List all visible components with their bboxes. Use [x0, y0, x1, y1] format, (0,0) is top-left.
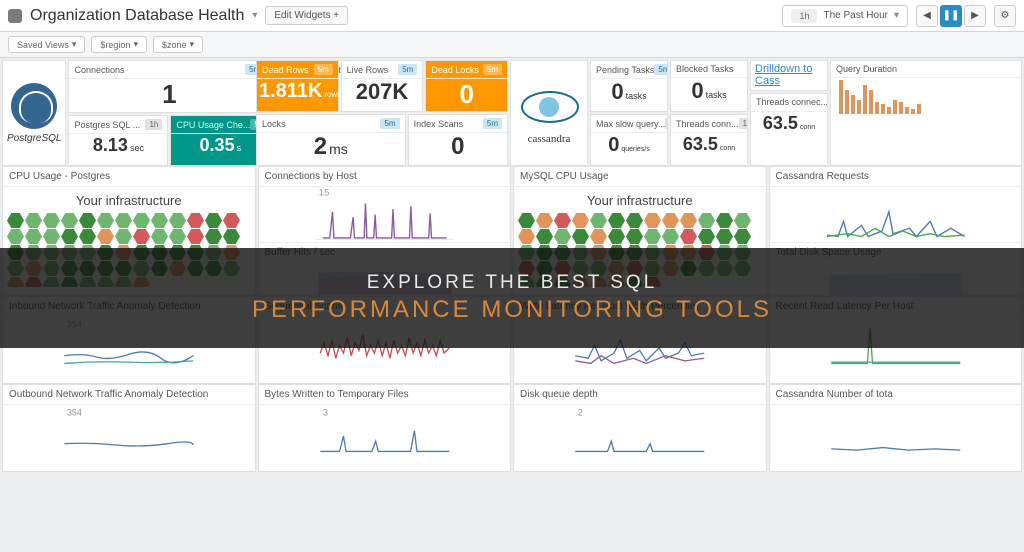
- saved-views-dropdown[interactable]: Saved Views ▾: [8, 36, 85, 53]
- dashboard-title[interactable]: Organization Database Health: [30, 7, 244, 25]
- pending-tasks-tile[interactable]: Pending Tasks5m 0tasks: [590, 60, 668, 112]
- disk-queue-chart[interactable]: Disk queue depth 2: [513, 384, 767, 472]
- cassandra-write-chart[interactable]: Cassandra Number of tota: [769, 384, 1023, 472]
- overlay-line1: EXPLORE THE BEST SQL: [367, 272, 658, 294]
- outbound-anomaly-chart[interactable]: Outbound Network Traffic Anomaly Detecti…: [2, 384, 256, 472]
- max-slow-query-tile[interactable]: Max slow query...1h 0queries/s: [590, 114, 668, 166]
- app-logo-icon: [8, 9, 22, 23]
- cassandra-logo-card: cassandra: [510, 60, 588, 166]
- index-scans-tile[interactable]: Index Scans5m 0: [408, 114, 508, 166]
- overlay-line2: PERFORMANCE MONITORING TOOLS: [252, 296, 772, 324]
- postgres-sql-tile[interactable]: Postgres SQL ...1h 8.13sec: [68, 115, 168, 166]
- postgres-logo-card: PostgreSQL: [2, 60, 66, 166]
- chart-row-4: Outbound Network Traffic Anomaly Detecti…: [0, 384, 1024, 472]
- blocked-tasks-tile[interactable]: Blocked Tasks 0tasks: [670, 60, 748, 112]
- region-filter[interactable]: $region ▾: [91, 36, 147, 53]
- cassandra-eye-icon: [515, 85, 585, 129]
- bytes-temp-chart[interactable]: Bytes Written to Temporary Files 3: [258, 384, 512, 472]
- threads-connect-tile[interactable]: Threads connec...1h 63.5conn: [750, 93, 828, 166]
- svg-text:15: 15: [318, 187, 329, 198]
- topbar: Organization Database Health ▾ Edit Widg…: [0, 0, 1024, 32]
- threads-conn-tile[interactable]: Threads conn...1h 63.5conn: [670, 114, 748, 166]
- svg-text:3: 3: [322, 407, 327, 417]
- connections-tile[interactable]: Connections5m 1: [68, 60, 270, 113]
- svg-text:354: 354: [67, 407, 82, 417]
- pause-button[interactable]: ❚❚: [940, 5, 962, 27]
- step-back-button[interactable]: ◀: [916, 5, 938, 27]
- dead-rows-tile[interactable]: Dead Rows5m 1.811Krows: [256, 60, 339, 112]
- metrics-row-1: PostgreSQL Connections5m 1 Postgres SQL …: [0, 58, 1024, 166]
- zone-filter[interactable]: $zone ▾: [153, 36, 203, 53]
- time-range-selector[interactable]: 1h The Past Hour ▾: [782, 5, 908, 27]
- drilldown-link-card[interactable]: Drilldown to Cass: [750, 60, 828, 91]
- locks-tile[interactable]: Locks5m 2ms: [256, 114, 406, 166]
- live-rows-tile[interactable]: Live Rows5m 207K: [341, 60, 424, 112]
- promo-overlay: EXPLORE THE BEST SQL PERFORMANCE MONITOR…: [0, 248, 1024, 348]
- dead-locks-tile[interactable]: Dead Locks5m 0: [425, 60, 508, 112]
- chevron-down-icon: ▾: [894, 10, 899, 21]
- chevron-down-icon[interactable]: ▾: [252, 10, 257, 21]
- query-duration-chart[interactable]: Query Duration: [830, 60, 1022, 166]
- settings-button[interactable]: ⚙: [994, 5, 1016, 27]
- postgres-icon: [11, 83, 57, 129]
- playback-controls: ◀ ❚❚ ▶: [916, 5, 986, 27]
- step-forward-button[interactable]: ▶: [964, 5, 986, 27]
- filter-bar: Saved Views ▾ $region ▾ $zone ▾: [0, 32, 1024, 58]
- svg-text:2: 2: [578, 407, 583, 417]
- edit-widgets-button[interactable]: Edit Widgets +: [265, 6, 348, 25]
